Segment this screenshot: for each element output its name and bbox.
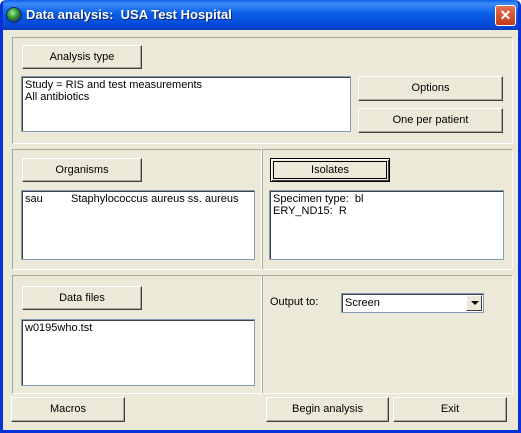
exit-button[interactable]: Exit <box>393 397 507 422</box>
begin-analysis-label: Begin analysis <box>292 403 363 415</box>
output-panel: Output to: Screen <box>262 275 513 394</box>
globe-icon <box>6 7 22 23</box>
options-label: Options <box>411 82 450 94</box>
one-per-patient-button[interactable]: One per patient <box>358 108 503 133</box>
begin-analysis-button[interactable]: Begin analysis <box>266 397 389 422</box>
chevron-down-icon[interactable] <box>466 295 482 311</box>
analysis-line: Study = RIS and test measurements <box>25 79 203 91</box>
output-select[interactable]: Screen <box>341 293 484 313</box>
organisms-panel: Organisms sau Staphylococcus aureus ss. a… <box>12 149 262 270</box>
window-title: Data analysis: USA Test Hospital <box>26 7 232 22</box>
list-item: sau Staphylococcus aureus ss. aureus <box>25 193 251 205</box>
macros-button[interactable]: Macros <box>11 397 125 422</box>
isolates-button[interactable]: Isolates <box>270 158 390 182</box>
isolates-panel: Isolates Specimen type: bl ERY_ND15: R <box>262 149 513 270</box>
analysis-line: All antibiotics <box>25 91 90 103</box>
options-button[interactable]: Options <box>358 76 503 101</box>
isolates-line: ERY_ND15: R <box>273 205 347 217</box>
analysis-type-button[interactable]: Analysis type <box>22 45 142 69</box>
organism-name: Staphylococcus aureus ss. aureus <box>71 193 239 205</box>
organisms-label: Organisms <box>55 164 109 176</box>
organism-code: sau <box>25 193 43 205</box>
list-item: w0195who.tst <box>25 322 93 334</box>
title-bar[interactable]: Data analysis: USA Test Hospital ✕ <box>3 0 518 30</box>
isolates-label: Isolates <box>311 164 349 176</box>
organisms-button[interactable]: Organisms <box>22 158 142 182</box>
analysis-summary: Study = RIS and test measurements All an… <box>21 76 351 132</box>
organisms-list[interactable]: sau Staphylococcus aureus ss. aureus <box>21 190 255 260</box>
macros-label: Macros <box>49 403 87 415</box>
close-button[interactable]: ✕ <box>495 5 516 26</box>
output-selected-value: Screen <box>345 297 380 309</box>
data-files-list[interactable]: w0195who.tst <box>21 319 255 386</box>
one-per-patient-label: One per patient <box>392 114 469 126</box>
analysis-panel: Analysis type Study = RIS and test measu… <box>12 37 513 144</box>
close-icon: ✕ <box>499 7 512 23</box>
output-label: Output to: <box>270 296 319 308</box>
exit-label: Exit <box>440 403 460 415</box>
data-files-panel: Data files w0195who.tst <box>12 275 262 394</box>
data-files-button[interactable]: Data files <box>22 286 142 310</box>
isolates-summary: Specimen type: bl ERY_ND15: R <box>269 190 504 260</box>
data-files-label: Data files <box>59 292 105 304</box>
isolates-line: Specimen type: bl <box>273 193 364 205</box>
data-analysis-window: Data analysis: USA Test Hospital ✕ Analy… <box>0 0 521 433</box>
analysis-type-label: Analysis type <box>49 51 115 63</box>
